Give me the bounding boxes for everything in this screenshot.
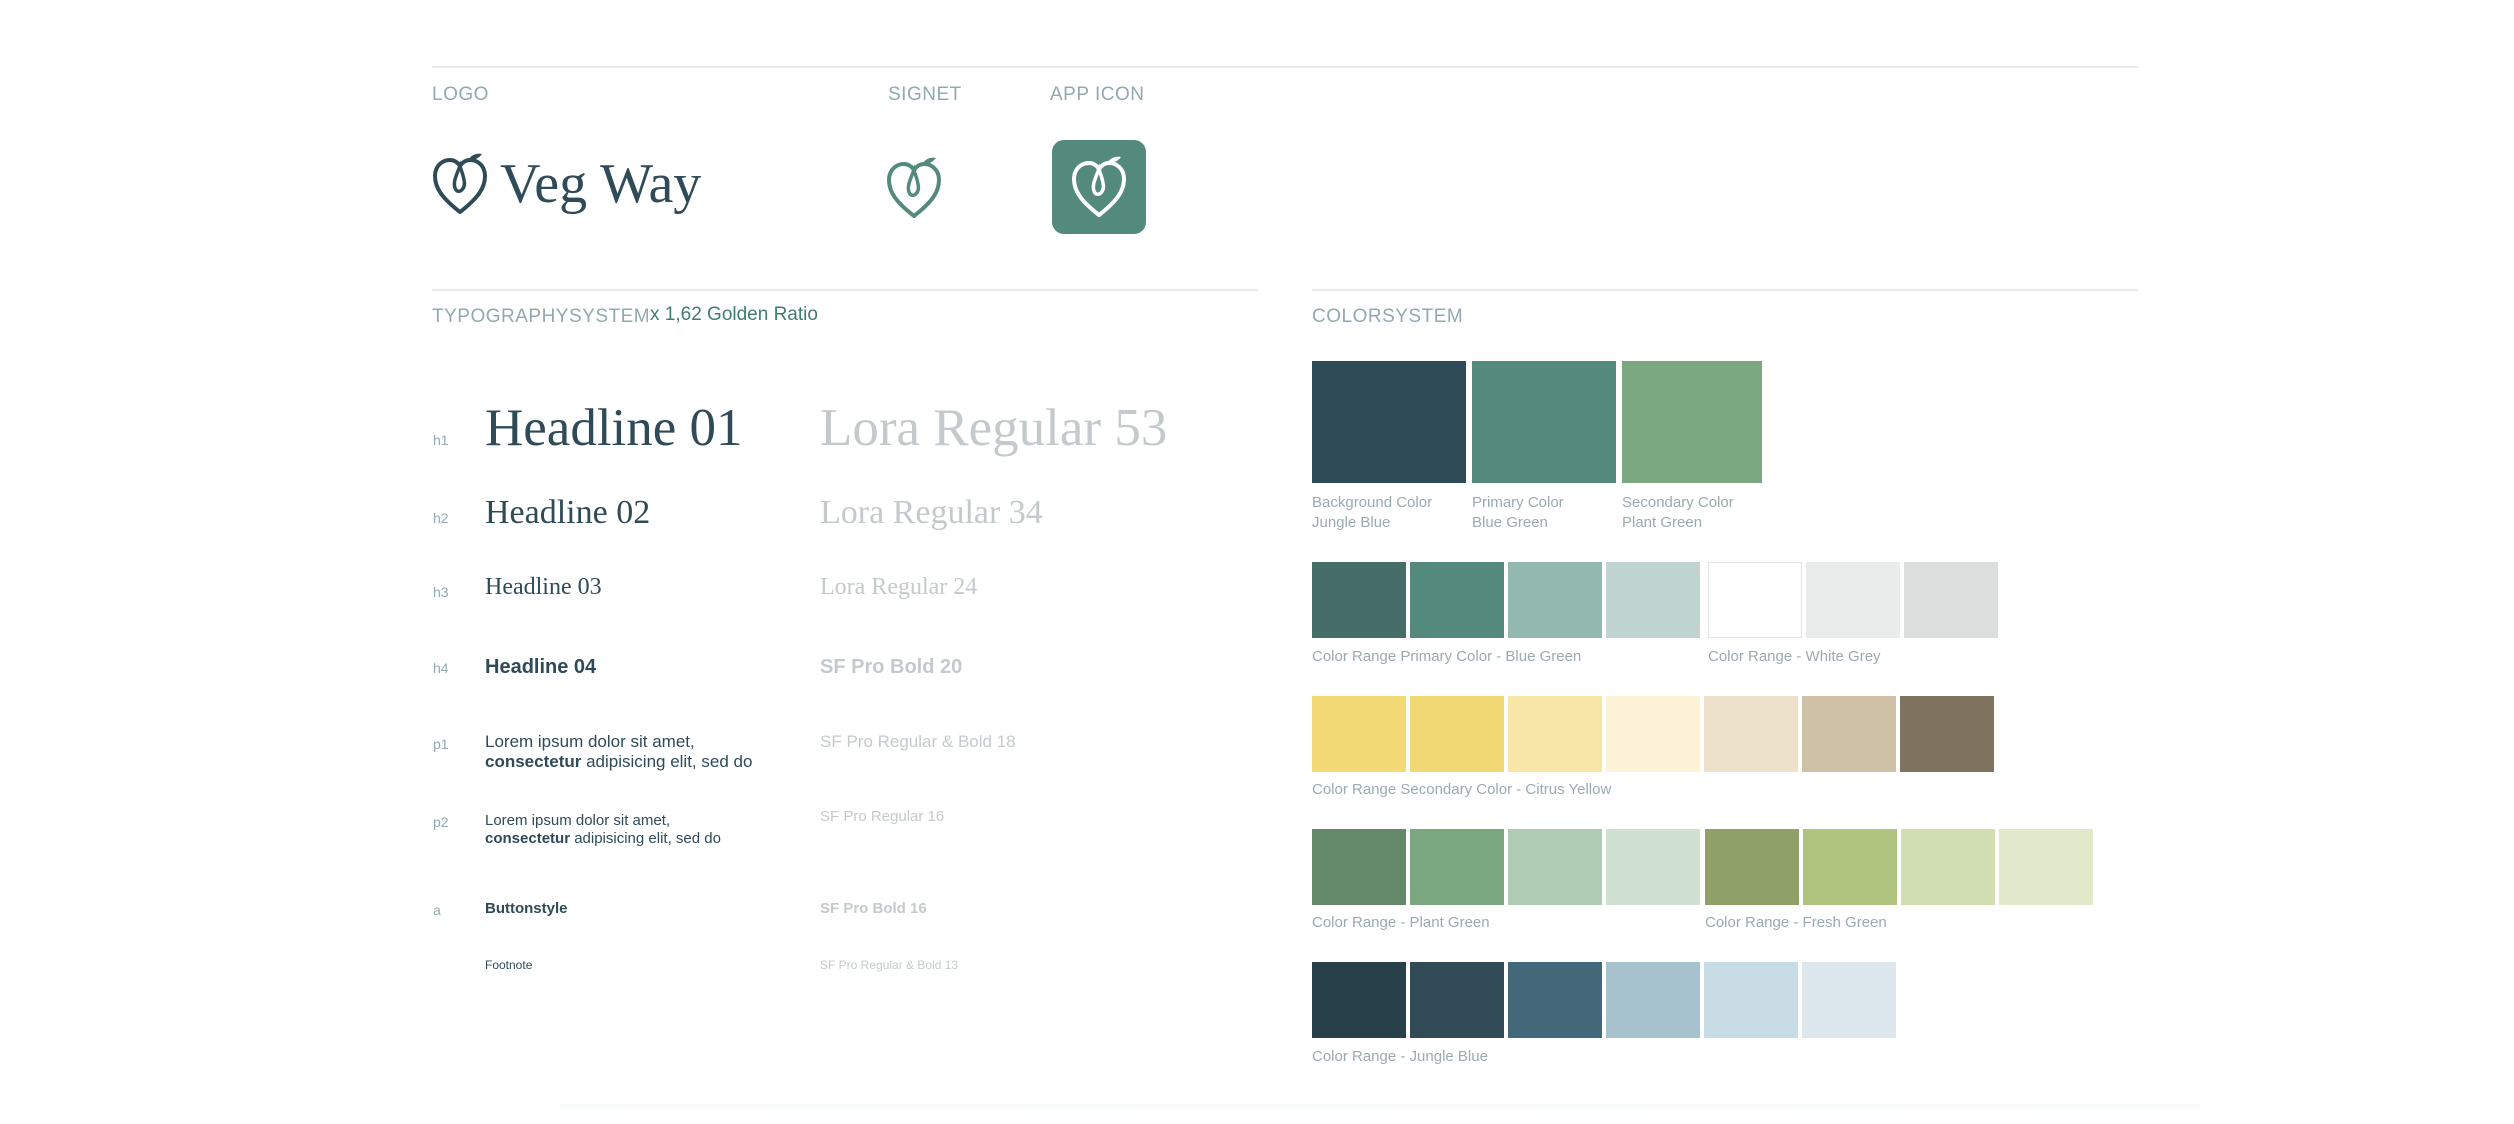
brand-name: Veg Way: [500, 153, 702, 215]
label-fresh-range: Color Range - Fresh Green: [1705, 914, 1887, 931]
heart-leaf-icon: [433, 153, 487, 214]
caption-bg-line2: Jungle Blue: [1312, 514, 1391, 531]
colors-section-label: COLORSYSTEM: [1312, 306, 1464, 327]
swatch-yellow-range-7: [1900, 696, 1994, 772]
swatch-white-range-2: [1806, 562, 1900, 638]
caption-primary-line1: Primary Color: [1472, 494, 1564, 511]
label-plant-range: Color Range - Plant Green: [1312, 914, 1490, 931]
signet-icon: [887, 157, 941, 218]
app-heart-leaf-icon: [1072, 156, 1126, 217]
swatch-yellow-range-1: [1312, 696, 1406, 772]
p1-line2: consectetur adipisicing elit, sed do: [485, 752, 752, 772]
swatch-fresh-range-2: [1803, 829, 1897, 905]
swatch-primary-range-4: [1606, 562, 1700, 638]
tag-p2: p2: [433, 814, 449, 830]
sample-h2: Headline 02: [485, 494, 651, 531]
golden-ratio-label: x 1,62 Golden Ratio: [650, 304, 818, 325]
label-primary-range: Color Range Primary Color - Blue Green: [1312, 648, 1582, 665]
sample-h4: Headline 04: [485, 656, 597, 678]
app-icon-label: APP ICON: [1050, 84, 1145, 105]
caption-bg-line1: Background Color: [1312, 494, 1433, 511]
sample-footnote: Footnote: [485, 958, 533, 972]
p1-bold: consectetur: [485, 752, 582, 771]
swatch-fresh-range-3: [1901, 829, 1995, 905]
label-yellow-range: Color Range Secondary Color - Citrus Yel…: [1312, 781, 1612, 798]
tag-a: a: [433, 902, 441, 918]
sample-h1: Headline 01: [485, 399, 743, 457]
spec-button: SF Pro Bold 16: [820, 900, 927, 917]
tag-h3: h3: [433, 584, 449, 600]
typography-divider: [432, 289, 1258, 291]
p2-rest: adipisicing elit, sed do: [570, 830, 721, 847]
swatch-jungle-range-5: [1704, 962, 1798, 1038]
swatch-primary-color: [1472, 361, 1616, 483]
swatch-jungle-range-1: [1312, 962, 1406, 1038]
swatch-plant-range-3: [1508, 829, 1602, 905]
signet-label: SIGNET: [888, 84, 962, 105]
swatch-jungle-range-6: [1802, 962, 1896, 1038]
swatch-plant-range-1: [1312, 829, 1406, 905]
swatch-yellow-range-6: [1802, 696, 1896, 772]
swatch-jungle-range-2: [1410, 962, 1504, 1038]
swatch-fresh-range-1: [1705, 829, 1799, 905]
tag-h2: h2: [433, 510, 449, 526]
swatch-yellow-range-4: [1606, 696, 1700, 772]
caption-secondary-line1: Secondary Color: [1622, 494, 1734, 511]
caption-background-color: Background Color Jungle Blue: [1312, 493, 1432, 533]
swatch-secondary-color: [1622, 361, 1762, 483]
p2-line2: consectetur adipisicing elit, sed do: [485, 830, 721, 848]
spec-h1: Lora Regular 53: [820, 399, 1168, 457]
swatch-jungle-range-4: [1606, 962, 1700, 1038]
caption-primary-line2: Blue Green: [1472, 514, 1548, 531]
sample-p1: Lorem ipsum dolor sit amet, consectetur …: [485, 732, 752, 772]
swatch-yellow-range-5: [1704, 696, 1798, 772]
caption-primary-color: Primary Color Blue Green: [1472, 493, 1564, 533]
label-white-range: Color Range - White Grey: [1708, 648, 1881, 665]
spec-footnote: SF Pro Regular & Bold 13: [820, 958, 959, 972]
tag-h4: h4: [433, 660, 449, 676]
caption-secondary-color: Secondary Color Plant Green: [1622, 493, 1734, 533]
swatch-fresh-range-4: [1999, 829, 2093, 905]
spec-h2: Lora Regular 34: [820, 494, 1043, 531]
swatch-white-range-3: [1904, 562, 1998, 638]
swatch-primary-range-2: [1410, 562, 1504, 638]
tag-h1: h1: [433, 432, 449, 448]
caption-secondary-line2: Plant Green: [1622, 514, 1703, 531]
swatch-plant-range-4: [1606, 829, 1700, 905]
spec-h3: Lora Regular 24: [820, 574, 978, 600]
swatch-jungle-range-3: [1508, 962, 1602, 1038]
sample-h3: Headline 03: [485, 574, 602, 600]
logo-label: LOGO: [432, 84, 489, 105]
swatch-primary-range-3: [1508, 562, 1602, 638]
top-divider: [432, 66, 2138, 68]
colors-divider: [1312, 289, 2138, 291]
p1-line1: Lorem ipsum dolor sit amet,: [485, 732, 695, 751]
app-icon: [1052, 140, 1146, 234]
bottom-shadow: [560, 1104, 2200, 1112]
swatch-primary-range-1: [1312, 562, 1406, 638]
label-jungle-range: Color Range - Jungle Blue: [1312, 1048, 1488, 1065]
tag-p1: p1: [433, 736, 449, 752]
swatch-yellow-range-3: [1508, 696, 1602, 772]
typography-section-label: TYPOGRAPHYSYSTEM: [432, 306, 651, 327]
brand-logo: Veg Way: [432, 152, 701, 216]
spec-p1: SF Pro Regular & Bold 18: [820, 732, 1016, 751]
spec-p2: SF Pro Regular 16: [820, 808, 945, 825]
sample-button: Buttonstyle: [485, 900, 568, 917]
swatch-yellow-range-2: [1410, 696, 1504, 772]
p2-bold: consectetur: [485, 830, 571, 847]
sample-p2: Lorem ipsum dolor sit amet, consectetur …: [485, 812, 721, 848]
swatch-white-range-1: [1708, 562, 1802, 638]
p1-rest: adipisicing elit, sed do: [581, 752, 753, 771]
swatch-plant-range-2: [1410, 829, 1504, 905]
swatch-background-color: [1312, 361, 1466, 483]
spec-h4: SF Pro Bold 20: [820, 656, 963, 678]
p2-line1: Lorem ipsum dolor sit amet,: [485, 812, 671, 829]
